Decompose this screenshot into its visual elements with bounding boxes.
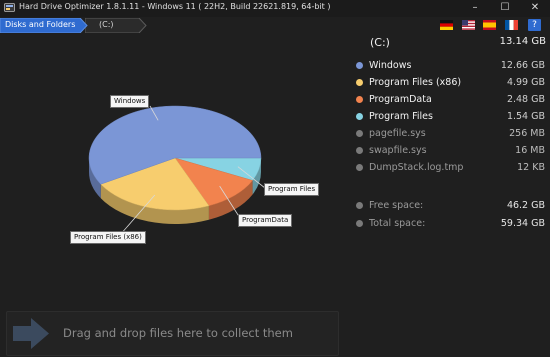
breadcrumb-item-disks[interactable]: Disks and Folders [0,18,88,33]
free-space-label: Free space: [369,200,424,211]
item-size: 16 MB [515,145,545,156]
item-name: Windows [369,60,412,71]
breadcrumb-item-label: (C:) [99,20,114,29]
drive-name: (C:) [370,36,390,49]
list-item[interactable]: pagefile.sys 256 MB [355,127,546,141]
total-space-row: Total space: 59.34 GB [355,217,546,231]
item-size: 4.99 GB [506,77,545,88]
drop-zone[interactable]: Drag and drop files here to collect them [6,311,339,356]
total-space-value: 59.34 GB [500,218,545,229]
maximize-button[interactable]: ☐ [490,0,520,17]
item-name: DumpStack.log.tmp [369,162,464,173]
german-flag-icon[interactable] [440,20,453,30]
free-space-row: Free space: 46.2 GB [355,199,546,213]
item-name: Program Files (x86) [369,77,462,88]
close-button[interactable]: ✕ [520,0,550,17]
minimize-button[interactable]: – [460,0,490,17]
free-space-dot [356,202,363,209]
list-item[interactable]: swapfile.sys 16 MB [355,144,546,158]
series-color-dot [356,164,363,171]
series-color-dot [356,96,363,103]
breadcrumb-item-label: Disks and Folders [5,20,76,29]
list-item[interactable]: Windows 12.66 GB [355,59,546,73]
series-color-dot [356,113,363,120]
callout-label: Program Files (x86) [70,231,146,244]
total-space-label: Total space: [369,218,426,229]
free-space-value: 46.2 GB [506,200,545,211]
total-space-dot [356,220,363,227]
list-item[interactable]: Program Files (x86) 4.99 GB [355,76,546,90]
item-name: pagefile.sys [369,128,426,139]
drop-zone-text: Drag and drop files here to collect them [63,326,293,340]
item-size: 256 MB [509,128,545,139]
breadcrumb-item-drive[interactable]: (C:) [85,18,147,33]
french-flag-icon[interactable] [505,20,518,30]
list-item[interactable]: Program Files 1.54 GB [355,110,546,124]
disk-usage-pie-chart [88,105,266,236]
title-bar: Hard Drive Optimizer 1.8.1.11 - Windows … [0,0,550,17]
series-color-dot [356,79,363,86]
drive-size: 13.14 GB [499,36,546,47]
list-item[interactable]: ProgramData 2.48 GB [355,93,546,107]
series-color-dot [356,147,363,154]
item-name: ProgramData [369,94,432,105]
callout-label: Windows [110,95,150,108]
drive-summary: (C:) 13.14 GB [370,36,546,50]
item-size: 12.66 GB [500,60,545,71]
item-size: 2.48 GB [506,94,545,105]
window-title: Hard Drive Optimizer 1.8.1.11 - Windows … [19,2,331,11]
item-size: 1.54 GB [506,111,545,122]
item-size: 12 KB [517,162,545,173]
arrow-right-icon [13,318,49,349]
spanish-flag-icon[interactable] [483,20,496,30]
callout-label: Program Files [264,183,320,196]
breadcrumb-arrow-shape [85,18,147,33]
us-flag-icon[interactable] [462,20,475,30]
app-icon [4,3,15,12]
list-item[interactable]: DumpStack.log.tmp 12 KB [355,161,546,175]
language-selector: ? [440,19,548,32]
help-button[interactable]: ? [528,19,541,31]
series-color-dot [356,130,363,137]
callout-label: ProgramData [238,214,293,227]
series-color-dot [356,62,363,69]
breadcrumb: (C:) Disks and Folders [0,18,340,33]
item-name: Program Files [369,111,433,122]
item-name: swapfile.sys [369,145,427,156]
